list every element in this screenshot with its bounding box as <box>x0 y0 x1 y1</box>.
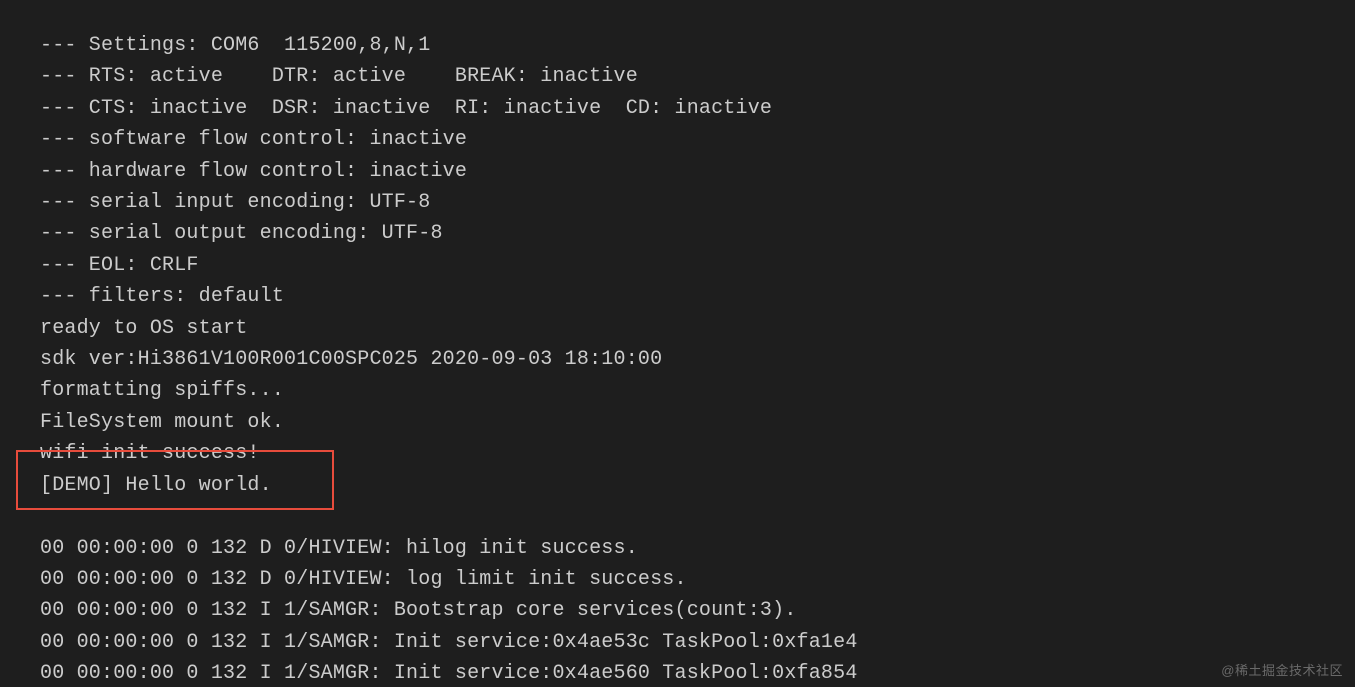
terminal-line: 00 00:00:00 0 132 D 0/HIVIEW: log limit … <box>40 564 1355 595</box>
terminal-line: 00 00:00:00 0 132 I 1/SAMGR: Init servic… <box>40 627 1355 658</box>
terminal-line: --- filters: default <box>40 281 1355 312</box>
terminal-line: --- CTS: inactive DSR: inactive RI: inac… <box>40 93 1355 124</box>
terminal-line: --- serial output encoding: UTF-8 <box>40 218 1355 249</box>
terminal-line: wifi init success! <box>40 438 1355 469</box>
terminal-line: --- hardware flow control: inactive <box>40 156 1355 187</box>
terminal-line: 00 00:00:00 0 132 D 0/HIVIEW: hilog init… <box>40 533 1355 564</box>
terminal-line: --- serial input encoding: UTF-8 <box>40 187 1355 218</box>
terminal-line: sdk ver:Hi3861V100R001C00SPC025 2020-09-… <box>40 344 1355 375</box>
terminal-line <box>40 501 1355 532</box>
terminal-output[interactable]: --- Settings: COM6 115200,8,N,1--- RTS: … <box>0 0 1355 687</box>
terminal-line: 00 00:00:00 0 132 I 1/SAMGR: Init servic… <box>40 658 1355 687</box>
terminal-line: 00 00:00:00 0 132 I 1/SAMGR: Bootstrap c… <box>40 595 1355 626</box>
terminal-line: formatting spiffs... <box>40 375 1355 406</box>
terminal-line: --- software flow control: inactive <box>40 124 1355 155</box>
terminal-line: ready to OS start <box>40 313 1355 344</box>
terminal-line: --- EOL: CRLF <box>40 250 1355 281</box>
terminal-line: --- RTS: active DTR: active BREAK: inact… <box>40 61 1355 92</box>
terminal-line: --- Settings: COM6 115200,8,N,1 <box>40 30 1355 61</box>
terminal-line: FileSystem mount ok. <box>40 407 1355 438</box>
watermark: @稀土掘金技术社区 <box>1221 660 1343 679</box>
terminal-line: [DEMO] Hello world. <box>40 470 1355 501</box>
